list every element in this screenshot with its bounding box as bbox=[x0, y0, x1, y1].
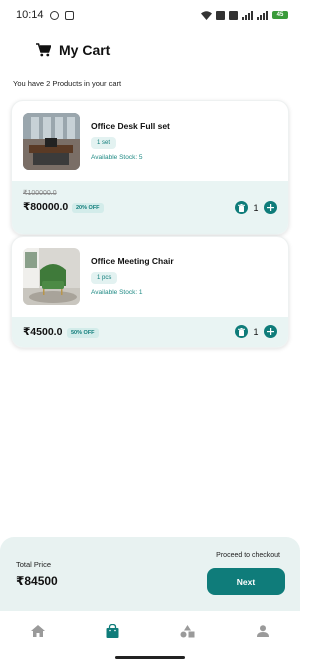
total-price-label: Total Price bbox=[16, 560, 52, 569]
location-icon bbox=[64, 10, 74, 20]
shopping-bag-icon bbox=[106, 624, 119, 638]
vo-wifi-icon bbox=[216, 10, 225, 20]
item-price: ₹80000.0 bbox=[23, 201, 69, 213]
plus-icon bbox=[267, 328, 274, 335]
bottom-nav bbox=[0, 611, 300, 651]
page-title: My Cart bbox=[59, 42, 111, 58]
signal-icon bbox=[242, 10, 253, 20]
delete-button[interactable] bbox=[235, 325, 248, 338]
original-price: ₹100000.0 bbox=[23, 190, 57, 197]
discount-badge: 50% OFF bbox=[67, 328, 99, 338]
cart-icon bbox=[36, 43, 51, 57]
status-bar: 10:14 45 bbox=[0, 0, 300, 30]
cart-screen: 10:14 45 My Cart You have 2 Products in … bbox=[0, 0, 300, 665]
product-name: Office Desk Full set bbox=[91, 121, 170, 131]
checkout-panel: Total Price ₹84500 Proceed to checkout N… bbox=[0, 537, 300, 611]
quantity-value: 1 bbox=[253, 202, 259, 213]
increase-button[interactable] bbox=[264, 325, 277, 338]
quantity-controls: 1 bbox=[235, 325, 277, 338]
cart-count-text: You have 2 Products in your cart bbox=[13, 79, 122, 88]
quantity-value: 1 bbox=[253, 326, 259, 337]
proceed-to-checkout-text: Proceed to checkout bbox=[216, 552, 280, 559]
nav-categories[interactable] bbox=[173, 619, 203, 643]
home-indicator[interactable] bbox=[115, 656, 185, 659]
nav-profile[interactable] bbox=[248, 619, 278, 643]
cart-item-card[interactable]: Office Desk Full set 1 set Available Sto… bbox=[11, 100, 289, 235]
page-header: My Cart bbox=[36, 42, 110, 58]
quantity-unit-badge: 1 pcs bbox=[91, 272, 118, 284]
quantity-controls: 1 bbox=[235, 201, 277, 214]
profile-icon bbox=[256, 625, 269, 637]
item-price: ₹4500.0 bbox=[23, 326, 63, 338]
discount-badge: 20% OFF bbox=[72, 203, 104, 213]
cart-item-card[interactable]: Office Meeting Chair 1 pcs Available Sto… bbox=[11, 236, 289, 348]
available-stock: Available Stock: 1 bbox=[91, 289, 143, 296]
nav-home[interactable] bbox=[23, 619, 53, 643]
product-image-chair bbox=[23, 248, 80, 305]
trash-icon bbox=[238, 203, 245, 212]
available-stock: Available Stock: 5 bbox=[91, 154, 143, 161]
total-price-value: ₹84500 bbox=[16, 574, 58, 588]
volte-icon bbox=[229, 10, 238, 20]
delete-button[interactable] bbox=[235, 201, 248, 214]
status-time: 10:14 bbox=[16, 9, 44, 21]
categories-icon bbox=[180, 624, 195, 637]
increase-button[interactable] bbox=[264, 201, 277, 214]
nav-cart[interactable] bbox=[98, 619, 128, 643]
trash-icon bbox=[238, 327, 245, 336]
product-image-desk bbox=[23, 113, 80, 170]
plus-icon bbox=[267, 204, 274, 211]
next-button[interactable]: Next bbox=[207, 568, 285, 595]
signal-2-icon bbox=[257, 10, 268, 20]
home-icon bbox=[30, 625, 45, 637]
wifi-icon bbox=[201, 10, 212, 20]
product-name: Office Meeting Chair bbox=[91, 256, 174, 266]
quantity-unit-badge: 1 set bbox=[91, 137, 117, 149]
sync-icon bbox=[49, 10, 59, 20]
battery-icon: 45 bbox=[272, 11, 288, 19]
